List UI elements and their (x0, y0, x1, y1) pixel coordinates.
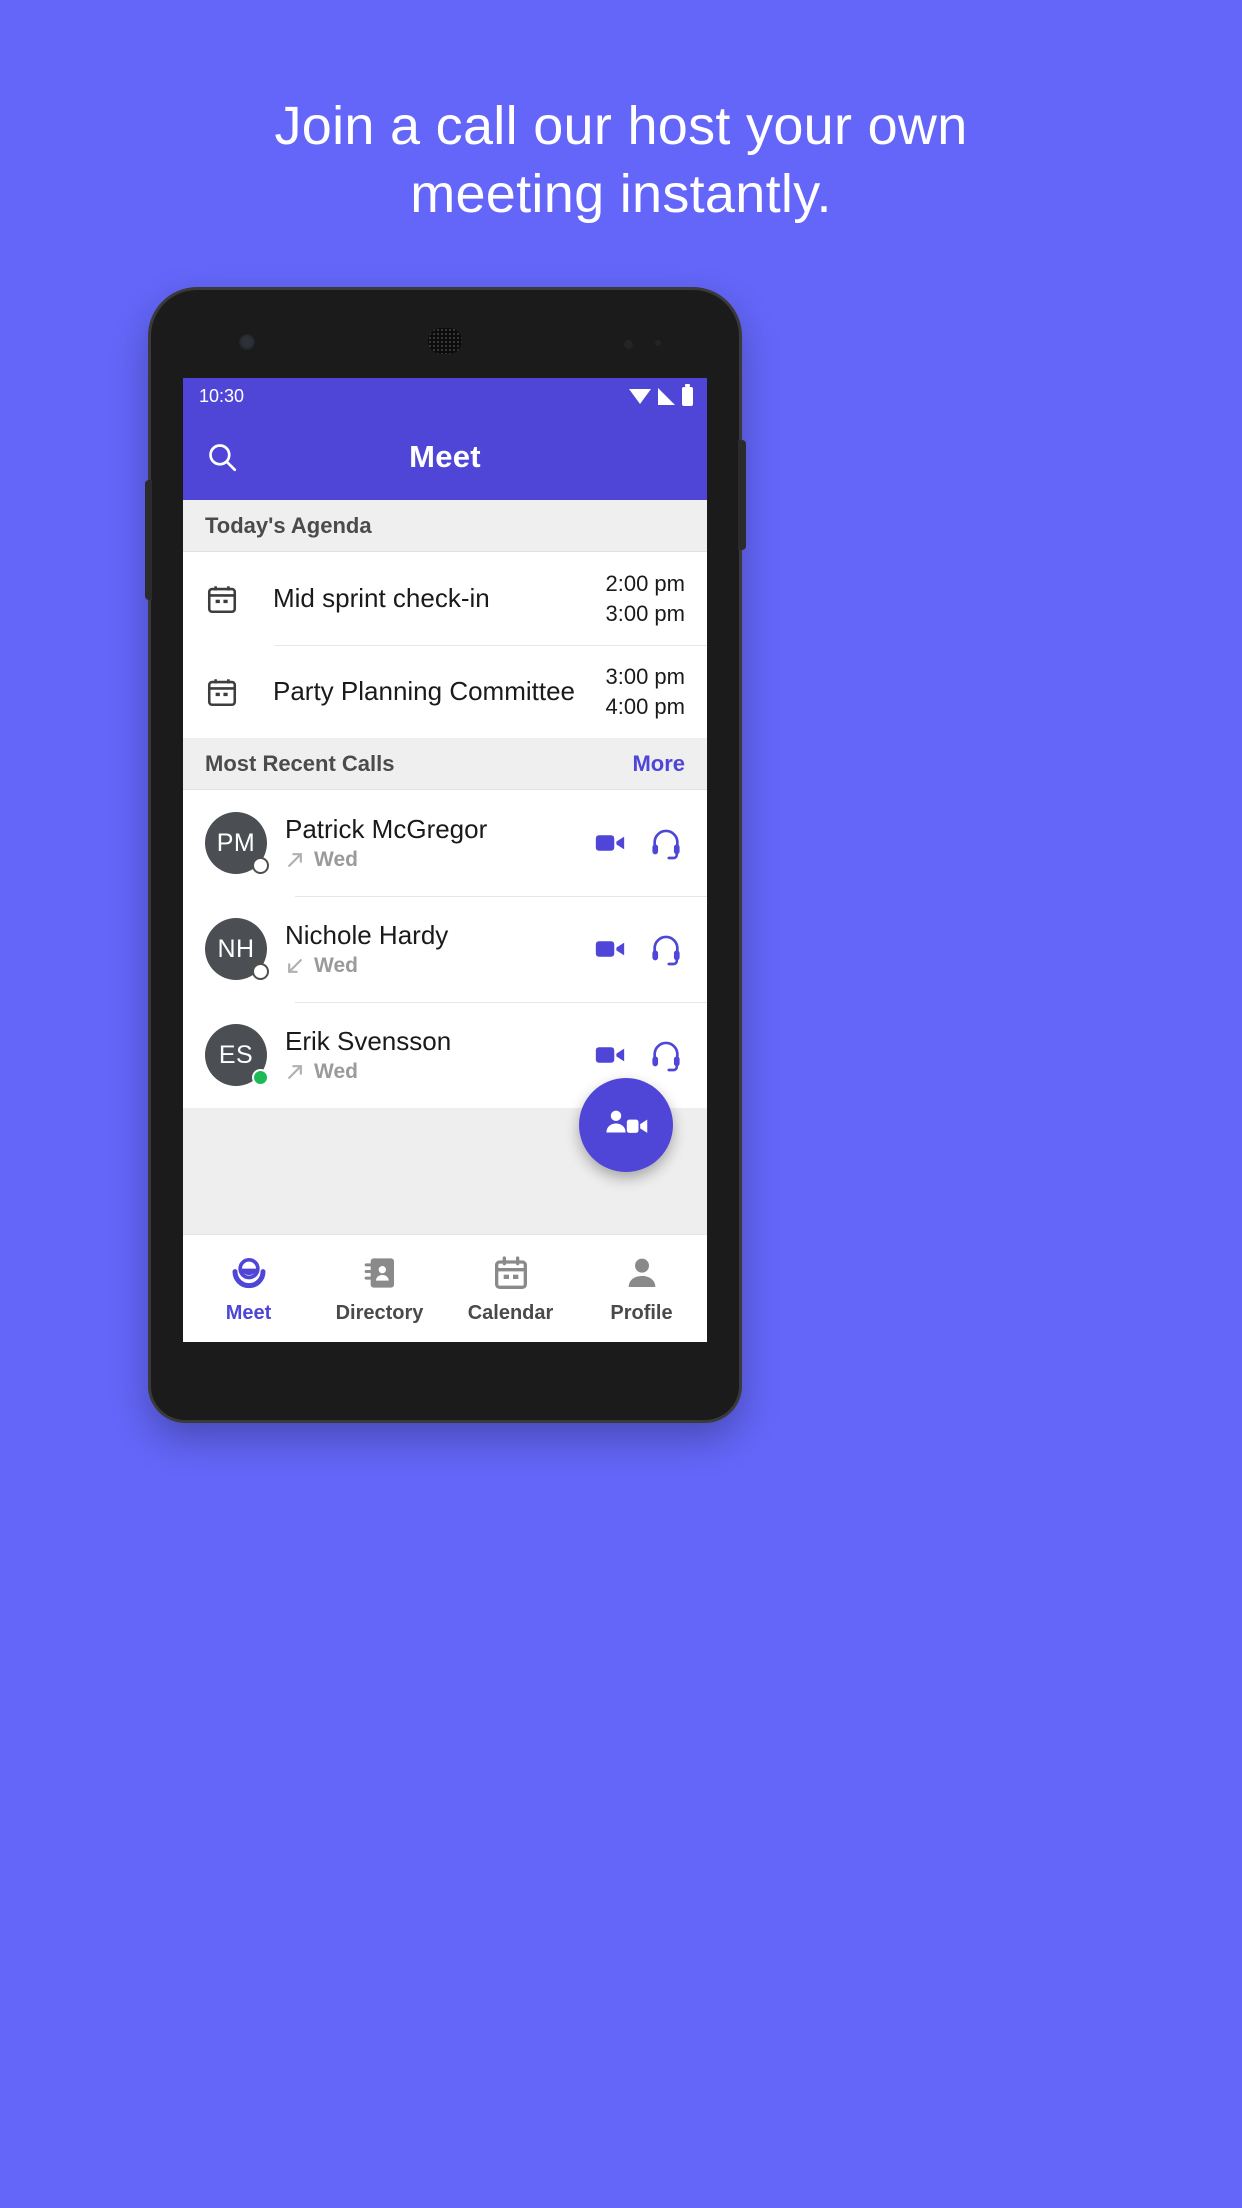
nav-item-directory[interactable]: Directory (314, 1253, 445, 1325)
arrow-outgoing-icon (288, 1065, 302, 1079)
status-bar-icons (629, 383, 693, 406)
wifi-icon (629, 388, 651, 404)
presence-indicator-icon (252, 963, 269, 980)
agenda-end-time: 3:00 pm (605, 600, 686, 626)
proximity-sensor-icon (624, 340, 633, 349)
calendar-icon (205, 675, 259, 709)
bottom-navigation: Meet Directory Calendar Profile (183, 1234, 707, 1342)
contact-name: Patrick McGregor (285, 814, 488, 844)
front-camera-icon (239, 334, 255, 350)
directory-icon (364, 1257, 394, 1288)
profile-icon (628, 1258, 655, 1287)
contact-name: Erik Svensson (285, 1026, 452, 1056)
more-link[interactable]: More (632, 751, 685, 777)
nav-label-directory: Directory (335, 1301, 424, 1324)
nav-label-meet: Meet (225, 1301, 272, 1324)
section-title-agenda: Today's Agenda (205, 512, 372, 538)
recent-calls-list: PM Patrick McGregor Wed NH Nichole Hardy… (183, 790, 707, 1108)
avatar-initials: PM (216, 828, 256, 857)
nav-item-profile[interactable]: Profile (576, 1253, 707, 1325)
avatar: PM (205, 812, 269, 874)
marketing-headline: Join a call our host your own meeting in… (0, 92, 1242, 228)
phone-bottom-bezel (151, 1342, 739, 1420)
call-actions (593, 826, 689, 860)
section-header-recent-calls: Most Recent Calls More (183, 738, 707, 790)
agenda-title: Party Planning Committee (273, 676, 576, 706)
headline-line-1: Join a call our host your own (274, 96, 968, 156)
avatar-initials: ES (218, 1040, 254, 1069)
light-sensor-icon (655, 340, 661, 346)
video-call-icon[interactable] (593, 1038, 627, 1072)
content-empty-area (183, 1078, 707, 1234)
avatar-initials: NH (217, 934, 255, 963)
audio-call-icon[interactable] (649, 826, 683, 860)
call-actions (593, 1038, 689, 1072)
section-header-agenda: Today's Agenda (183, 500, 707, 552)
search-icon[interactable] (205, 440, 239, 474)
phone-top-bezel (151, 290, 739, 378)
calendar-nav-icon (494, 1255, 527, 1289)
new-meeting-icon (606, 1110, 648, 1133)
phone-screen: 10:30 Meet Today's Agenda Mid sprint che… (183, 378, 707, 1342)
app-bar: Meet (183, 414, 707, 500)
section-title-recent-calls: Most Recent Calls (205, 750, 395, 776)
headline-line-2: meeting instantly. (410, 164, 832, 225)
arrow-incoming-icon (288, 959, 302, 973)
arrow-outgoing-icon (288, 853, 302, 867)
app-title: Meet (409, 439, 481, 474)
presence-indicator-icon (252, 1069, 269, 1086)
call-info: Nichole Hardy Wed (267, 920, 593, 978)
nav-label-profile: Profile (610, 1301, 673, 1324)
calendar-icon (205, 582, 259, 616)
call-day: Wed (314, 1060, 358, 1083)
presence-indicator-icon (252, 857, 269, 874)
call-day: Wed (314, 848, 358, 871)
video-call-icon[interactable] (593, 826, 627, 860)
call-meta: Wed (285, 1060, 593, 1084)
agenda-row[interactable]: Mid sprint check-in 2:00 pm 3:00 pm (183, 552, 707, 645)
agenda-start-time: 3:00 pm (605, 664, 686, 690)
call-row[interactable]: NH Nichole Hardy Wed (183, 896, 707, 1002)
agenda-row[interactable]: Party Planning Committee 3:00 pm 4:00 pm (183, 645, 707, 738)
audio-call-icon[interactable] (649, 1038, 683, 1072)
agenda-times: 2:00 pm 3:00 pm (606, 569, 686, 627)
contact-name: Nichole Hardy (285, 920, 449, 950)
battery-icon (682, 383, 693, 406)
call-meta: Wed (285, 848, 593, 872)
nav-item-meet[interactable]: Meet (183, 1253, 314, 1325)
agenda-list: Mid sprint check-in 2:00 pm 3:00 pm Part… (183, 552, 707, 738)
call-info: Erik Svensson Wed (267, 1026, 593, 1084)
status-bar-time: 10:30 (199, 385, 245, 406)
nav-label-calendar: Calendar (467, 1301, 554, 1324)
signal-icon (658, 387, 675, 405)
earpiece-speaker-icon (428, 328, 462, 354)
call-info: Patrick McGregor Wed (267, 814, 593, 872)
phone-mockup: 10:30 Meet Today's Agenda Mid sprint che… (145, 290, 746, 1420)
phone-power-button (738, 440, 746, 550)
call-actions (593, 932, 689, 966)
call-row[interactable]: PM Patrick McGregor Wed (183, 790, 707, 896)
avatar: NH (205, 918, 269, 980)
agenda-title: Mid sprint check-in (273, 583, 490, 613)
nav-item-calendar[interactable]: Calendar (445, 1253, 576, 1325)
call-meta: Wed (285, 954, 593, 978)
status-bar: 10:30 (183, 378, 707, 414)
audio-call-icon[interactable] (649, 932, 683, 966)
agenda-times: 3:00 pm 4:00 pm (606, 662, 686, 720)
new-meeting-fab[interactable] (579, 1078, 673, 1172)
avatar: ES (205, 1024, 269, 1086)
agenda-start-time: 2:00 pm (605, 571, 686, 597)
agenda-end-time: 4:00 pm (605, 693, 686, 719)
meet-icon (232, 1257, 265, 1288)
call-day: Wed (314, 954, 358, 977)
video-call-icon[interactable] (593, 932, 627, 966)
